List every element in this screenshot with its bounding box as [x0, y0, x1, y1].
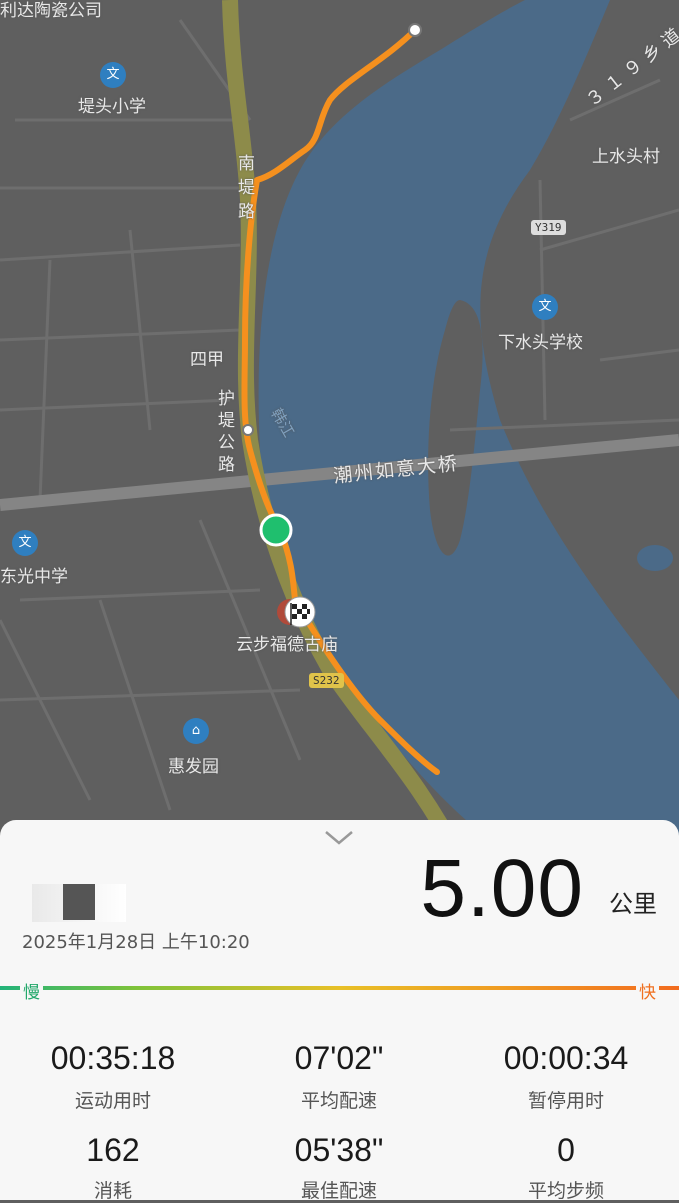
stat-value-calories: 162: [86, 1132, 140, 1168]
pace-scale-fast: 快: [636, 978, 659, 1003]
workout-datetime: 2025年1月28日 上午10:20: [22, 932, 250, 953]
map-label-garden: 惠发园: [168, 757, 219, 777]
map-label-siji: 四甲: [190, 350, 224, 370]
shield-s232: S232: [309, 673, 344, 688]
map-label-village: 上水头村: [592, 147, 660, 167]
map-label-school2: 下水头学校: [498, 333, 583, 353]
school-icon: 文: [100, 62, 126, 88]
school-icon: 文: [532, 294, 558, 320]
school-icon: 文: [12, 530, 38, 556]
stat-value-best-pace: 05'38": [294, 1132, 384, 1168]
map-label-temple: 云步福德古庙: [236, 635, 338, 655]
stat-value-avg-pace: 07'02": [294, 1040, 384, 1076]
map-label-school3: 东光中学: [0, 567, 68, 587]
distance-value: 5.00: [420, 843, 584, 934]
stat-value-pause-time: 00:00:34: [503, 1040, 629, 1076]
pace-scale-slow: 慢: [20, 978, 43, 1003]
summary-panel: 5.00 公里 2025年1月28日 上午10:20 慢 快 00:35:18 …: [0, 820, 679, 1202]
pond-shape: [637, 545, 673, 571]
route-map[interactable]: 利达陶瓷公司 文 堤头小学 南堤路 四甲 护堤公路 韩江 潮州如意大桥 上水头村…: [0, 0, 679, 864]
stat-label-cadence: 平均步频: [527, 1180, 604, 1202]
current-position-icon: [259, 513, 293, 547]
stat-label-best-pace: 最佳配速: [300, 1180, 377, 1202]
map-label-road-south: 南堤路: [238, 154, 255, 222]
stat-label-pause-time: 暂停用时: [527, 1090, 604, 1112]
map-label-school1: 堤头小学: [78, 97, 146, 117]
map-canvas: [0, 0, 679, 864]
avatar[interactable]: [32, 884, 126, 922]
distance-unit: 公里: [609, 890, 657, 918]
chevron-down-icon[interactable]: [323, 826, 355, 848]
map-label-company: 利达陶瓷公司: [0, 1, 102, 21]
stat-value-cadence: 0: [557, 1132, 575, 1168]
map-label-road-protect: 护堤公路: [218, 389, 235, 475]
stat-label-moving-time: 运动用时: [74, 1090, 151, 1112]
pace-scale-bar: [0, 986, 679, 990]
stat-label-calories: 消耗: [93, 1180, 132, 1202]
residential-icon: ⌂: [183, 718, 209, 744]
stat-label-avg-pace: 平均配速: [300, 1090, 377, 1112]
stat-value-moving-time: 00:35:18: [50, 1040, 176, 1076]
shield-y319: Y319: [531, 220, 566, 235]
